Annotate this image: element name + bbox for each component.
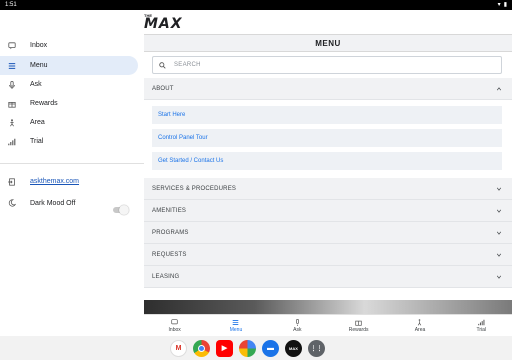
chevron-up-icon	[494, 84, 504, 94]
gmail-icon[interactable]: M	[170, 339, 187, 357]
section-label: ABOUT	[152, 85, 174, 92]
chat-icon	[8, 41, 16, 50]
app-dock: M ▶ ▬ MAX ⋮⋮	[170, 338, 342, 358]
about-item-control-panel-tour[interactable]: Control Panel Tour	[152, 129, 502, 147]
signal-icon	[8, 138, 16, 146]
banner-image	[144, 300, 512, 314]
section-requests[interactable]: REQUESTS	[144, 244, 512, 266]
page-title: MENU	[144, 34, 512, 52]
chevron-down-icon	[494, 250, 504, 260]
search-input[interactable]: SEARCH	[152, 56, 502, 74]
brand-name: MAX	[144, 16, 183, 32]
section-label: PROGRAMS	[152, 229, 189, 236]
themax-app-icon[interactable]: MAX	[285, 339, 302, 357]
search-icon	[159, 61, 166, 69]
chat-icon	[171, 318, 178, 324]
section-label: LEASING	[152, 273, 180, 280]
section-programs[interactable]: PROGRAMS	[144, 222, 512, 244]
sidebar-item-trial[interactable]: Trial	[0, 132, 138, 151]
dark-mode-toggle[interactable]	[113, 205, 129, 215]
bottom-nav-label: Inbox	[168, 326, 181, 333]
chevron-down-icon	[494, 272, 504, 282]
chevron-down-icon	[494, 228, 504, 238]
bottom-nav-label: Trial	[476, 326, 487, 333]
moon-icon	[8, 199, 16, 207]
main-content: THE MAX MENU SEARCH ABOUT Start Here Con…	[144, 10, 512, 336]
sidebar-divider	[0, 163, 144, 164]
section-services[interactable]: SERVICES & PROCEDURES	[144, 178, 512, 200]
gift-icon	[8, 100, 16, 108]
signal-icon	[478, 319, 485, 325]
bottom-nav-label: Rewards	[348, 326, 369, 333]
youtube-icon[interactable]: ▶	[216, 339, 233, 357]
messages-icon[interactable]: ▬	[262, 339, 279, 357]
sidebar-item-label: Menu	[30, 62, 48, 69]
menu-icon	[8, 62, 16, 70]
about-item-get-started[interactable]: Get Started / Contact Us	[152, 152, 502, 170]
section-label: AMENITIES	[152, 207, 187, 214]
sidebar-item-label: Area	[30, 119, 45, 126]
wifi-icon: ▾	[497, 2, 501, 8]
sidebar-item-inbox[interactable]: Inbox	[0, 36, 138, 55]
chevron-down-icon	[494, 184, 504, 194]
sidebar-item-label: Rewards	[30, 100, 58, 107]
app-drawer-icon[interactable]: ⋮⋮	[308, 339, 325, 357]
dark-mode-label: Dark Mood Off	[30, 199, 76, 207]
bottom-nav-label: Ask	[293, 326, 302, 333]
taskbar: M ▶ ▬ MAX ⋮⋮	[0, 336, 512, 360]
bottom-nav: Inbox Menu Ask Rewards Area Trial	[144, 314, 512, 336]
sidebar-item-ask[interactable]: Ask	[0, 75, 138, 94]
photos-icon[interactable]	[239, 339, 256, 357]
exit-icon	[8, 178, 15, 186]
brand-logo: THE MAX	[144, 13, 512, 33]
chrome-icon[interactable]	[193, 339, 210, 357]
status-time: 1:51	[5, 2, 17, 8]
bottom-nav-inbox[interactable]: Inbox	[150, 318, 200, 333]
about-item-start-here[interactable]: Start Here	[152, 106, 502, 124]
bottom-nav-ask[interactable]: Ask	[272, 318, 322, 333]
bottom-nav-label: Area	[414, 326, 426, 333]
gift-icon	[355, 320, 362, 326]
sidebar-item-label: Inbox	[30, 42, 48, 49]
walk-icon	[8, 118, 16, 127]
bottom-nav-rewards[interactable]: Rewards	[334, 319, 384, 333]
mic-icon	[295, 318, 299, 326]
sidebar-item-label: Ask	[30, 81, 42, 88]
sidebar-item-label: Trial	[30, 138, 44, 145]
bottom-nav-trial[interactable]: Trial	[456, 319, 506, 333]
chevron-down-icon	[494, 206, 504, 216]
section-label: REQUESTS	[152, 251, 187, 258]
bottom-nav-area[interactable]: Area	[395, 318, 445, 333]
section-amenities[interactable]: AMENITIES	[144, 200, 512, 222]
section-label: SERVICES & PROCEDURES	[152, 185, 237, 192]
walk-icon	[418, 318, 422, 325]
sidebar-item-menu[interactable]: Menu	[0, 56, 138, 75]
search-placeholder: SEARCH	[174, 62, 201, 68]
section-about[interactable]: ABOUT	[144, 78, 512, 100]
status-icons: ▾ ▮	[498, 2, 507, 8]
section-leasing[interactable]: LEASING	[144, 266, 512, 288]
sidebar-item-area[interactable]: Area	[0, 113, 138, 132]
battery-icon: ▮	[503, 2, 507, 8]
status-bar: 1:51 ▾ ▮	[0, 0, 512, 10]
sidebar-item-rewards[interactable]: Rewards	[0, 94, 138, 113]
website-link[interactable]: askthemax.com	[30, 178, 79, 185]
mic-icon	[8, 80, 16, 89]
sidebar: Inbox Menu Ask Rewards Area Trial askthe…	[0, 10, 144, 336]
menu-icon	[233, 319, 239, 325]
bottom-nav-label: Menu	[229, 326, 243, 333]
bottom-nav-menu[interactable]: Menu	[211, 319, 261, 333]
